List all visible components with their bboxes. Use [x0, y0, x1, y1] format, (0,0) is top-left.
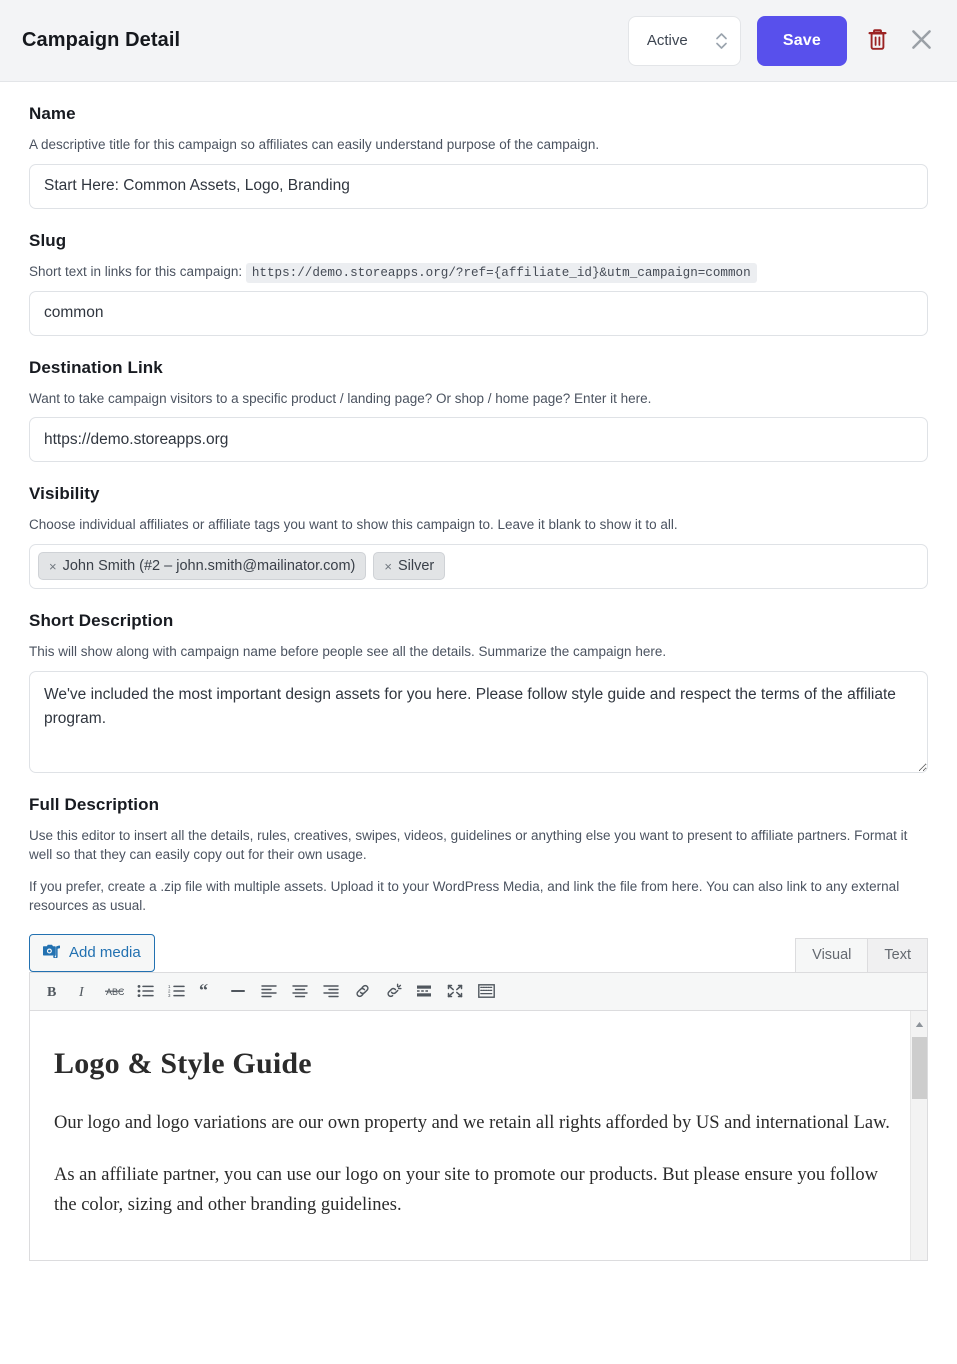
blockquote-button[interactable]: “	[193, 977, 221, 1005]
token-item[interactable]: × John Smith (#2 – john.smith@mailinator…	[38, 552, 367, 581]
slug-input[interactable]	[29, 290, 928, 336]
token-item[interactable]: × Silver	[373, 552, 446, 581]
field-slug: Slug Short text in links for this campai…	[29, 231, 928, 336]
field-short-description: Short Description This will show along w…	[29, 611, 928, 773]
bold-icon: B	[44, 983, 60, 999]
field-visibility-label: Visibility	[29, 484, 100, 504]
align-left-icon	[261, 984, 277, 998]
read-more-button[interactable]	[410, 977, 438, 1005]
add-media-label: Add media	[69, 944, 141, 962]
field-short-description-help: This will show along with campaign name …	[29, 643, 667, 659]
numbered-list-icon: 123	[168, 984, 185, 998]
field-destination-link: Destination Link Want to take campaign v…	[29, 358, 928, 463]
campaign-form: Name A descriptive title for this campai…	[0, 82, 957, 1261]
save-button[interactable]: Save	[756, 15, 847, 66]
align-right-icon	[323, 984, 339, 998]
visibility-token-input[interactable]: × John Smith (#2 – john.smith@mailinator…	[29, 543, 928, 589]
page-title: Campaign Detail	[22, 29, 181, 51]
field-visibility: Visibility Choose individual affiliates …	[29, 484, 928, 589]
close-button[interactable]	[907, 24, 935, 58]
status-select[interactable]: Active	[627, 15, 741, 66]
short-description-textarea[interactable]	[29, 670, 928, 773]
strikethrough-button[interactable]: ABC	[100, 977, 128, 1005]
toolbar-toggle-icon	[477, 984, 495, 999]
stepper-chevrons-icon	[716, 32, 727, 49]
align-center-button[interactable]	[286, 977, 314, 1005]
toolbar-toggle-button[interactable]	[472, 977, 500, 1005]
bulleted-list-button[interactable]	[131, 977, 159, 1005]
svg-text:I: I	[78, 985, 85, 999]
token-remove-icon[interactable]: ×	[384, 560, 392, 573]
field-name: Name A descriptive title for this campai…	[29, 104, 928, 209]
delete-button[interactable]	[863, 24, 891, 58]
field-destination-link-label: Destination Link	[29, 357, 163, 377]
field-destination-link-help: Want to take campaign visitors to a spec…	[29, 390, 652, 406]
scrollbar-thumb[interactable]	[911, 1036, 927, 1099]
editor-topbar: Add media Visual Text	[29, 930, 928, 972]
field-slug-help-text: Short text in links for this campaign:	[29, 263, 243, 279]
field-slug-help: Short text in links for this campaign: h…	[29, 262, 928, 283]
insert-link-button[interactable]	[348, 977, 376, 1005]
header-actions: Active Save	[627, 15, 935, 66]
trash-icon	[867, 28, 888, 54]
destination-link-input[interactable]	[29, 417, 928, 463]
read-more-icon	[416, 984, 432, 998]
svg-text:“: “	[199, 984, 208, 998]
name-input[interactable]	[29, 163, 928, 209]
svg-text:ABC: ABC	[106, 987, 124, 997]
page-header: Campaign Detail Active Save	[0, 0, 957, 82]
field-full-description: Full Description Use this editor to inse…	[29, 795, 928, 1261]
close-icon	[910, 28, 933, 54]
scroll-up-arrow-icon[interactable]	[915, 1015, 924, 1033]
fullscreen-button[interactable]	[441, 977, 469, 1005]
remove-link-button[interactable]	[379, 977, 407, 1005]
bold-button[interactable]: B	[38, 977, 66, 1005]
insert-link-icon	[354, 983, 371, 999]
field-full-description-label: Full Description	[29, 794, 160, 814]
italic-icon: I	[75, 983, 91, 999]
editor-content-area[interactable]: Logo & Style Guide Our logo and logo var…	[29, 1010, 928, 1261]
tab-visual[interactable]: Visual	[795, 937, 869, 972]
wysiwyg-editor: Add media Visual Text B I ABC 1 2 3 “ Lo…	[29, 930, 928, 1261]
field-full-description-help-2: If you prefer, create a .zip file with m…	[29, 878, 900, 914]
field-full-description-help-1: Use this editor to insert all the detail…	[29, 827, 908, 863]
token-label: John Smith (#2 – john.smith@mailinator.c…	[62, 558, 356, 575]
status-select-value: Active	[646, 32, 688, 49]
fullscreen-icon	[447, 984, 463, 998]
token-label: Silver	[397, 558, 435, 575]
editor-paragraph: As an affiliate partner, you can use our…	[54, 1164, 879, 1215]
horizontal-rule-icon	[230, 984, 246, 998]
remove-link-icon	[385, 983, 402, 999]
editor-toolbar: B I ABC 1 2 3 “	[29, 971, 928, 1011]
italic-button[interactable]: I	[69, 977, 97, 1005]
editor-tabs: Visual Text	[795, 937, 928, 972]
strikethrough-icon: ABC	[104, 984, 124, 998]
field-name-label: Name	[29, 104, 76, 123]
editor-scrollbar[interactable]	[910, 1010, 927, 1260]
numbered-list-button[interactable]: 123	[162, 977, 190, 1005]
align-right-button[interactable]	[317, 977, 345, 1005]
blockquote-icon: “	[199, 984, 215, 998]
editor-paragraph: Our logo and logo variations are our own…	[54, 1112, 890, 1133]
add-media-button[interactable]: Add media	[29, 933, 155, 972]
slug-preview-url: https://demo.storeapps.org/?ref={affilia…	[245, 262, 757, 283]
bulleted-list-icon	[137, 984, 154, 998]
svg-text:B: B	[47, 985, 56, 999]
editor-heading: Logo & Style Guide	[54, 1046, 312, 1080]
field-visibility-help: Choose individual affiliates or affiliat…	[29, 517, 678, 533]
token-remove-icon[interactable]: ×	[49, 560, 57, 573]
media-icon	[42, 943, 61, 962]
horizontal-rule-button[interactable]	[224, 977, 252, 1005]
svg-text:3: 3	[168, 993, 171, 998]
editor-document: Logo & Style Guide Our logo and logo var…	[30, 1011, 927, 1260]
field-slug-label: Slug	[29, 230, 67, 250]
tab-text[interactable]: Text	[867, 937, 928, 972]
field-name-help: A descriptive title for this campaign so…	[29, 137, 600, 152]
field-short-description-label: Short Description	[29, 610, 174, 630]
align-center-icon	[292, 984, 308, 998]
align-left-button[interactable]	[255, 977, 283, 1005]
